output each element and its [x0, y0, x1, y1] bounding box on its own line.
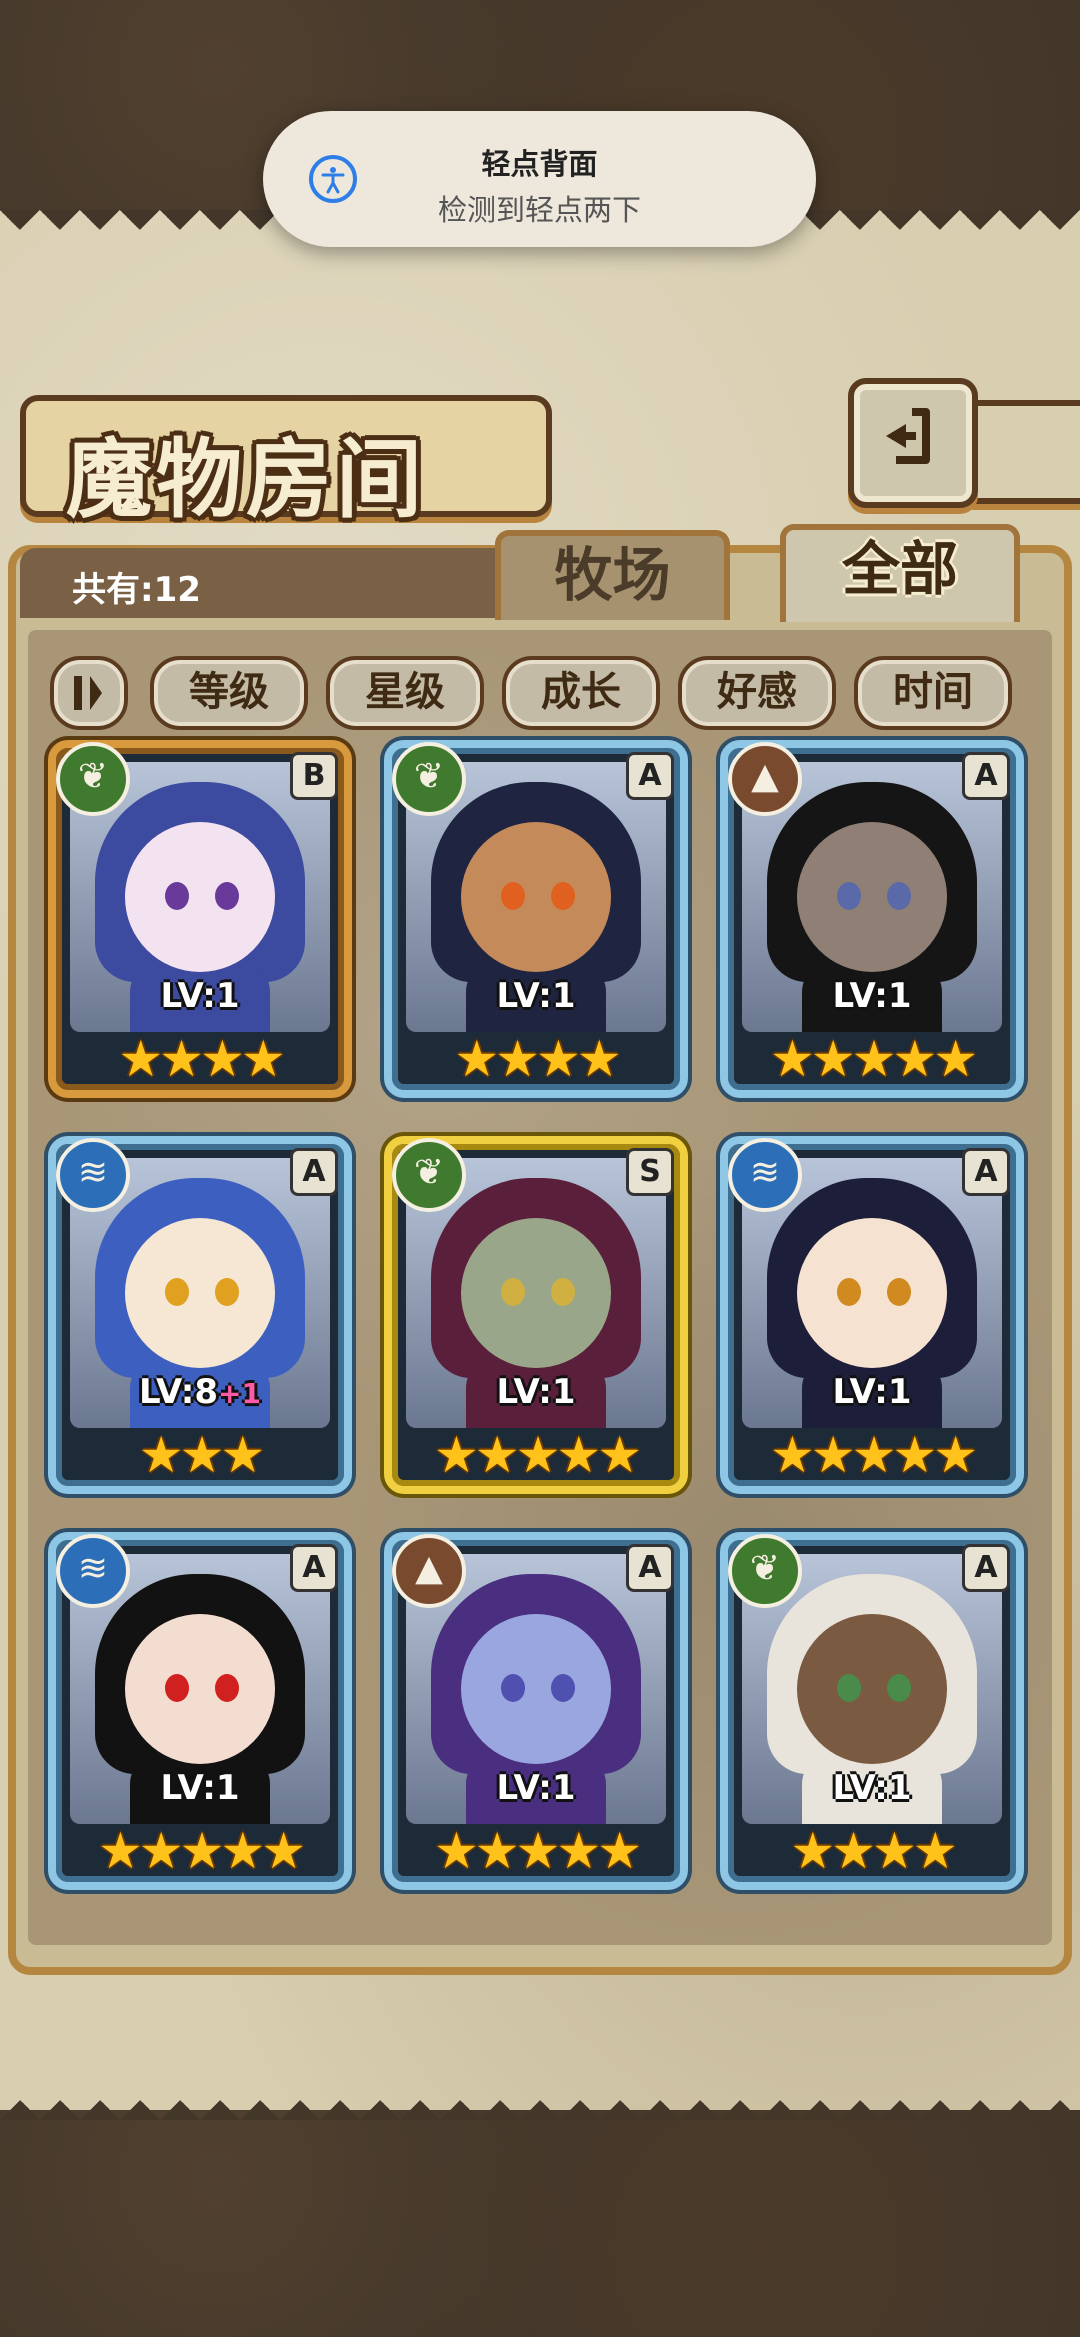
rank-badge: A [962, 1544, 1010, 1592]
monster-level: LV:1 [728, 1768, 1016, 1808]
water-element-icon: ≋ [56, 1534, 130, 1608]
back-tab-strip [960, 400, 1080, 504]
filter-growth-button[interactable]: 成长 [502, 656, 660, 730]
rank-badge: A [962, 1148, 1010, 1196]
earth-element-icon: ▲ [392, 1534, 466, 1608]
earth-element-icon: ▲ [728, 742, 802, 816]
back-button[interactable] [848, 378, 978, 508]
water-element-icon: ≋ [728, 1138, 802, 1212]
toast-subtitle: 检测到轻点两下 [437, 193, 641, 227]
map-background-bottom [0, 2110, 1080, 2337]
rank-badge: A [290, 1148, 338, 1196]
monster-level: LV:1 [728, 976, 1016, 1016]
monster-card[interactable]: ▲ A LV:1 ★★★★★ [720, 740, 1024, 1098]
rank-badge: A [626, 752, 674, 800]
title-banner: 魔物房间 [20, 395, 552, 530]
tab-ranch[interactable]: 牧场 [495, 530, 730, 620]
monster-level: LV:1 [392, 1768, 680, 1808]
star-rating: ★★★★★ [97, 1822, 306, 1880]
filter-time-button[interactable]: 时间 [854, 656, 1012, 730]
level-value: LV:1 [160, 1768, 240, 1808]
star-rating: ★★★★★ [433, 1822, 642, 1880]
torn-edge-bottom [0, 2080, 1080, 2120]
tab-all[interactable]: 全部 [780, 524, 1020, 622]
monster-count: 共有:12 [72, 570, 201, 610]
monster-level: LV:1 [392, 976, 680, 1016]
water-element-icon: ≋ [56, 1138, 130, 1212]
page-title: 魔物房间 [66, 430, 426, 530]
monster-card[interactable]: ≋ A LV:1 ★★★★★ [720, 1136, 1024, 1494]
monster-level: LV:1 [56, 976, 344, 1016]
monster-level: LV:1 [728, 1372, 1016, 1412]
monster-card[interactable]: ❦ B LV:1 ★★★★ [48, 740, 352, 1098]
level-value: LV:1 [832, 1768, 912, 1808]
level-value: LV:1 [496, 1768, 576, 1808]
monster-card[interactable]: ≋ A LV:8+1 ★★★ [48, 1136, 352, 1494]
rank-badge: A [962, 752, 1010, 800]
rank-badge: A [626, 1544, 674, 1592]
filter-level-button[interactable]: 等级 [150, 656, 308, 730]
return-arrow-icon [886, 408, 930, 464]
star-rating: ★★★★★ [769, 1030, 978, 1088]
leaf-element-icon: ❦ [392, 1138, 466, 1212]
monster-level: LV:1 [392, 1372, 680, 1412]
monster-card[interactable]: ≋ A LV:1 ★★★★★ [48, 1532, 352, 1890]
star-rating: ★★★ [138, 1426, 265, 1484]
sort-toggle-icon [74, 676, 102, 710]
rank-badge: A [290, 1544, 338, 1592]
level-value: LV:1 [832, 976, 912, 1016]
star-rating: ★★★★ [790, 1822, 957, 1880]
monster-card[interactable]: ❦ A LV:1 ★★★★ [720, 1532, 1024, 1890]
level-value: LV:1 [496, 976, 576, 1016]
monster-card[interactable]: ❦ S LV:1 ★★★★★ [384, 1136, 688, 1494]
monster-level: LV:1 [56, 1768, 344, 1808]
leaf-element-icon: ❦ [56, 742, 130, 816]
filter-affection-button[interactable]: 好感 [678, 656, 836, 730]
monster-card[interactable]: ❦ A LV:1 ★★★★ [384, 740, 688, 1098]
leaf-element-icon: ❦ [728, 1534, 802, 1608]
level-value: LV:1 [160, 976, 240, 1016]
sort-order-toggle[interactable] [50, 656, 128, 730]
star-rating: ★★★★ [118, 1030, 285, 1088]
monster-card[interactable]: ▲ A LV:1 ★★★★★ [384, 1532, 688, 1890]
star-rating: ★★★★ [454, 1030, 621, 1088]
back-tap-toast: 轻点背面 检测到轻点两下 [263, 111, 816, 247]
monster-level: LV:8+1 [56, 1372, 344, 1412]
filter-star-button[interactable]: 星级 [326, 656, 484, 730]
star-rating: ★★★★★ [433, 1426, 642, 1484]
level-value: LV:8 [139, 1372, 219, 1412]
rank-badge: S [626, 1148, 674, 1196]
level-bonus: +1 [218, 1377, 261, 1410]
star-rating: ★★★★★ [769, 1426, 978, 1484]
rank-badge: B [290, 752, 338, 800]
leaf-element-icon: ❦ [392, 742, 466, 816]
level-value: LV:1 [832, 1372, 912, 1412]
level-value: LV:1 [496, 1372, 576, 1412]
toast-title: 轻点背面 [481, 147, 598, 181]
